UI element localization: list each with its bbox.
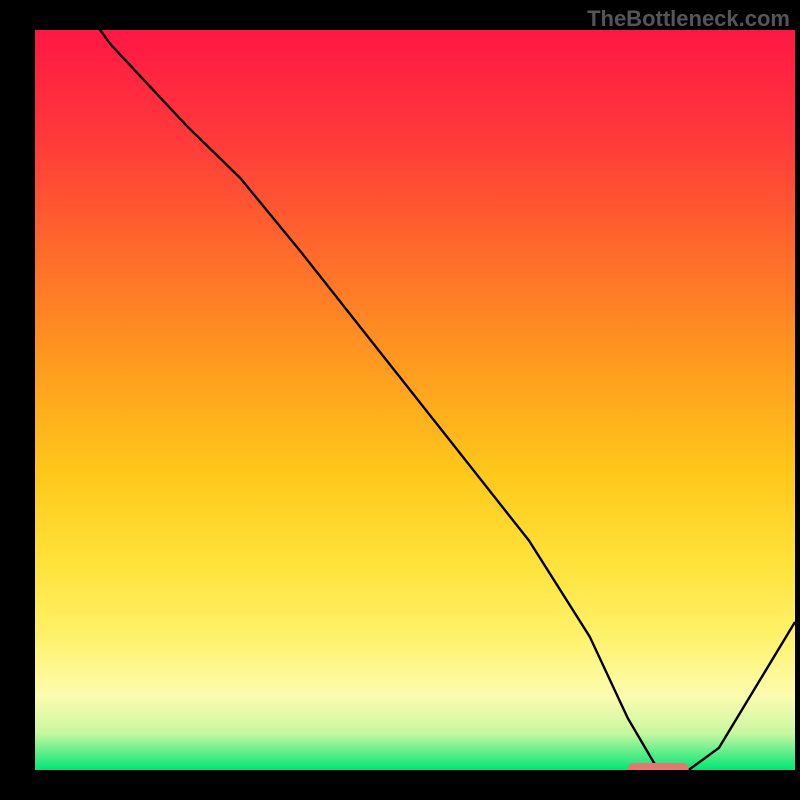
axis-left — [0, 0, 35, 800]
plot-background — [35, 30, 795, 770]
chart-svg — [0, 0, 800, 800]
watermark-text: TheBottleneck.com — [587, 6, 790, 32]
axis-bottom — [0, 770, 800, 800]
bottleneck-chart: TheBottleneck.com — [0, 0, 800, 800]
